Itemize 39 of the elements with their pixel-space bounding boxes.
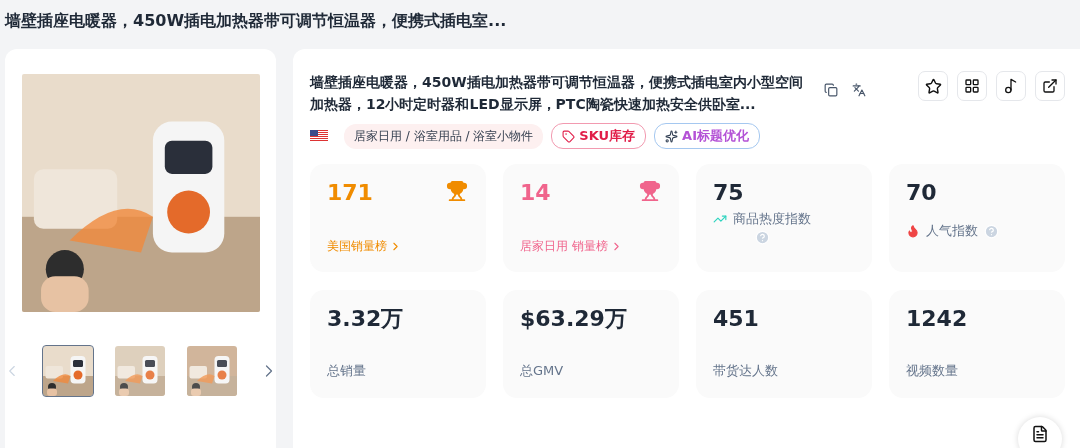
stat-value: 451 (713, 306, 759, 332)
stat-label: 带货达人数 (713, 362, 779, 380)
stat-label: 视频数量 (906, 362, 959, 380)
flame-icon (906, 224, 920, 238)
sku-button[interactable]: SKU库存 (551, 123, 647, 149)
ai-title-button[interactable]: AI标题优化 (654, 123, 760, 149)
music-note-icon (1003, 78, 1019, 94)
stat-value: 3.32万 (327, 306, 404, 332)
external-link-button[interactable] (1035, 71, 1065, 101)
stat-value: 75 (713, 180, 744, 206)
trophy-icon (639, 180, 661, 202)
flag-icon (310, 130, 328, 142)
stat-value: 171 (327, 180, 373, 206)
stat-label: 总销量 (327, 362, 367, 380)
qr-button[interactable] (957, 71, 987, 101)
stat-value: 14 (520, 180, 551, 206)
grid-icon (964, 78, 980, 94)
ranking-link[interactable]: 居家日用 销量榜 (520, 238, 663, 255)
stat-value: 1242 (906, 306, 968, 332)
stat-label: 人气指数 (926, 222, 978, 240)
stat-label: 总GMV (520, 362, 565, 380)
document-icon (1031, 425, 1049, 443)
external-link-icon (1042, 78, 1058, 94)
stat-value: $63.29万 (520, 306, 627, 332)
category-path: 居家日用 / 浴室用品 / 浴室小物件 (344, 123, 544, 149)
sparkle-icon (665, 129, 679, 143)
star-icon (924, 77, 942, 95)
stat-label: 商品热度指数 (733, 210, 811, 228)
document-button[interactable] (1018, 417, 1062, 448)
trophy-icon (446, 180, 468, 202)
translate-icon[interactable] (852, 83, 866, 97)
copy-icon[interactable] (824, 83, 838, 97)
tag-icon (562, 129, 576, 143)
music-note-button[interactable] (996, 71, 1026, 101)
star-button[interactable] (918, 71, 948, 101)
page-title: 墙壁插座电暖器，450W插电加热器带可调节恒温器，便携式插电室... (3, 10, 508, 32)
product-title: 墙壁插座电暖器，450W插电加热器带可调节恒温器，便携式插电室内小型空间加热器，12小时定时器和LED显示屏，PTC陶瓷快速加热安全供卧室... (310, 73, 804, 114)
ranking-link[interactable]: 美国销量榜 (327, 238, 470, 255)
stat-value: 70 (906, 180, 937, 206)
